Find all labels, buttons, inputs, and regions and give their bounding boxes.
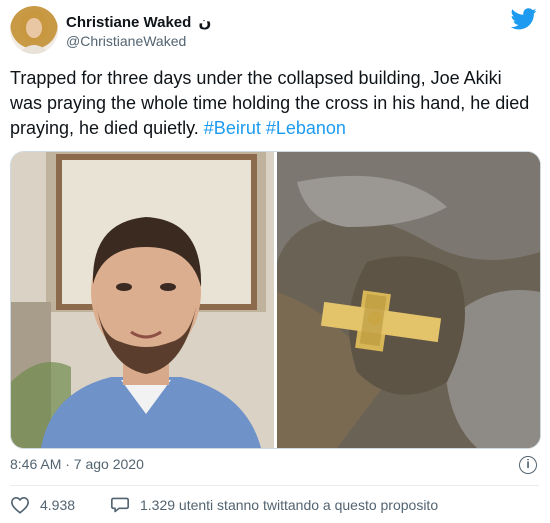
conversation-action[interactable]: 1.329 utenti stanno twittando a questo p… — [110, 496, 438, 514]
portrait-photo[interactable] — [11, 152, 274, 448]
tweet-card: Christiane Waked ن @ChristianeWaked Trap… — [0, 0, 550, 523]
tweet-media — [10, 151, 541, 449]
like-count: 4.938 — [40, 497, 76, 513]
author-name-text: Christiane Waked — [66, 14, 192, 31]
like-action[interactable]: 4.938 — [10, 496, 75, 514]
heart-icon — [10, 496, 30, 514]
author-handle[interactable]: @ChristianeWaked — [66, 33, 186, 49]
tweet-timestamp[interactable]: 8:46 AM · 7 ago 2020 — [10, 456, 144, 472]
divider — [10, 485, 539, 486]
author-name-badge: ن — [198, 14, 212, 31]
author-name[interactable]: Christiane Waked ن — [66, 13, 211, 31]
speech-bubble-icon — [111, 497, 129, 513]
conversation-text: 1.329 utenti stanno twittando a questo p… — [140, 497, 439, 513]
twitter-bird-icon[interactable] — [511, 8, 537, 30]
hashtag-beirut[interactable]: #Beirut — [204, 118, 261, 138]
hashtag-lebanon[interactable]: #Lebanon — [266, 118, 346, 138]
author-avatar[interactable] — [10, 6, 58, 54]
cross-photo[interactable] — [277, 152, 540, 448]
tweet-actions: 4.938 1.329 utenti stanno twittando a qu… — [10, 496, 539, 518]
info-icon[interactable]: i — [519, 456, 537, 474]
tweet-text: Trapped for three days under the collaps… — [10, 66, 530, 141]
